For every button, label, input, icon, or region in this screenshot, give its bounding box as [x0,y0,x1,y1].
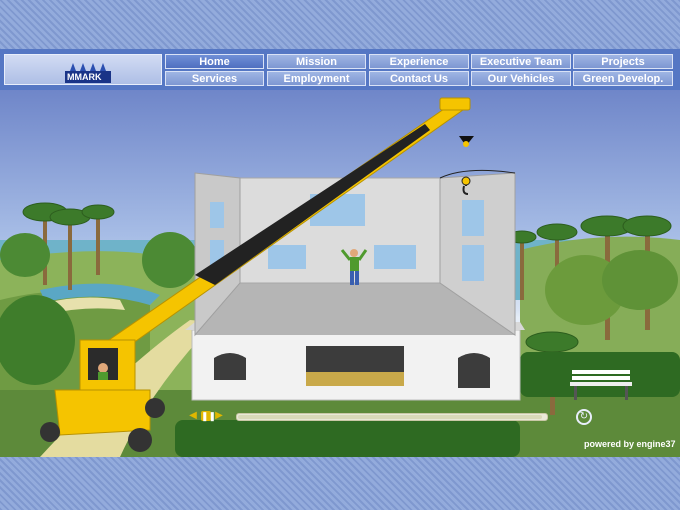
nav-executive-team[interactable]: Executive Team [471,54,571,69]
nav-projects[interactable]: Projects [573,54,673,69]
hedge [175,420,520,457]
nav-mission[interactable]: Mission [267,54,366,69]
powered-by-label[interactable]: powered by engine37 [584,439,676,449]
triangle-left-icon[interactable]: ◀ [188,411,198,421]
nav-our-vehicles[interactable]: Our Vehicles [471,71,571,86]
logo-panel: MMARK [4,54,162,85]
hedge-right [520,352,680,397]
page: MMARK Home Mission Experience Executive … [0,0,680,510]
timeline-track[interactable] [236,413,548,421]
nav-bar: MMARK Home Mission Experience Executive … [0,49,680,90]
scene-illustration [0,97,680,457]
replay-icon[interactable]: ↻ [576,409,592,425]
timeline-progress [238,415,542,419]
construction-scene [0,90,680,457]
playback-timeline: ◀ ❚❚ ▶ [176,408,571,424]
bottom-strip [0,457,680,510]
nav-services[interactable]: Services [165,71,264,86]
logo-text: MMARK [67,72,102,82]
nav-experience[interactable]: Experience [369,54,469,69]
triangle-right-icon[interactable]: ▶ [214,411,224,421]
nav-contact-us[interactable]: Contact Us [369,71,469,86]
pause-icon[interactable]: ❚❚ [201,411,216,421]
nav-home[interactable]: Home [165,54,264,69]
nav-green-develop[interactable]: Green Develop. [573,71,673,86]
building [185,172,525,401]
nav-employment[interactable]: Employment [267,71,366,86]
